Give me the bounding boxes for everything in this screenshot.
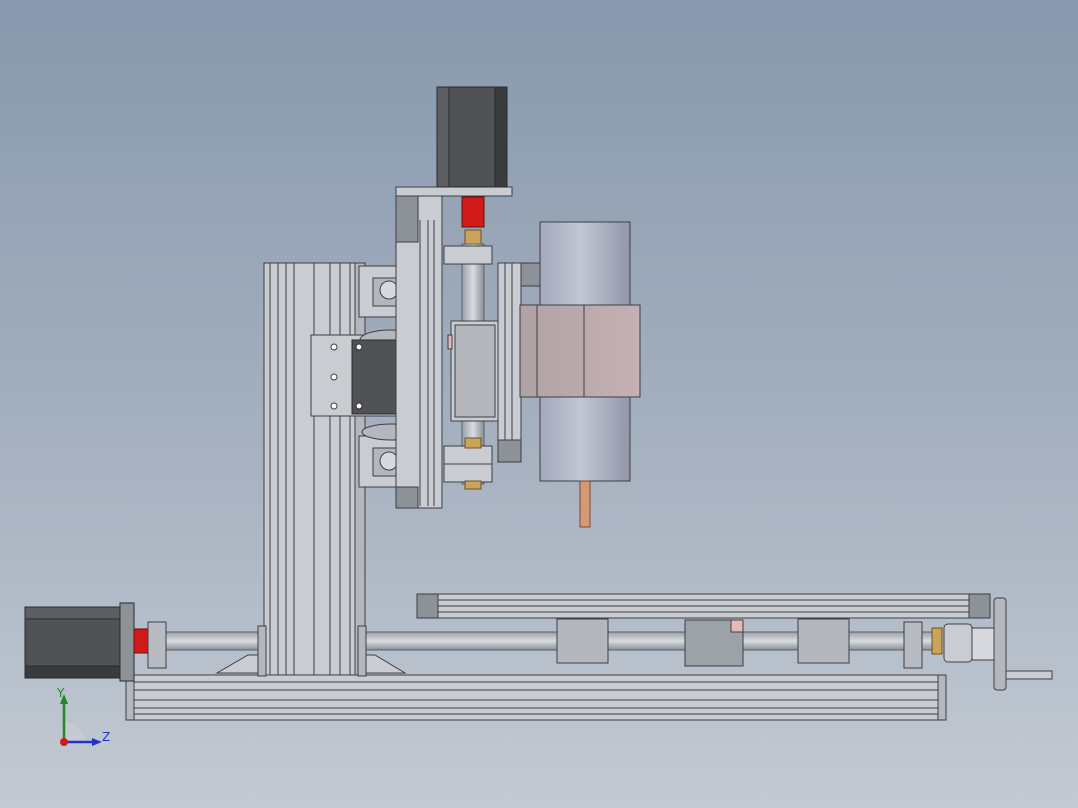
cad-viewport[interactable]: Y Z: [0, 0, 1078, 808]
y-table-extrusion[interactable]: [416, 593, 991, 619]
cnc-machine-model[interactable]: [0, 0, 1078, 808]
base-extrusion[interactable]: [125, 674, 947, 721]
z-nut-block[interactable]: [447, 320, 499, 422]
x-bearing-blocks[interactable]: [556, 618, 850, 667]
y-axis-label: Y: [57, 686, 65, 700]
x-stepper-motor[interactable]: [24, 602, 135, 682]
z-axis-label: Z: [102, 730, 111, 744]
z-stepper-motor[interactable]: [436, 86, 508, 245]
